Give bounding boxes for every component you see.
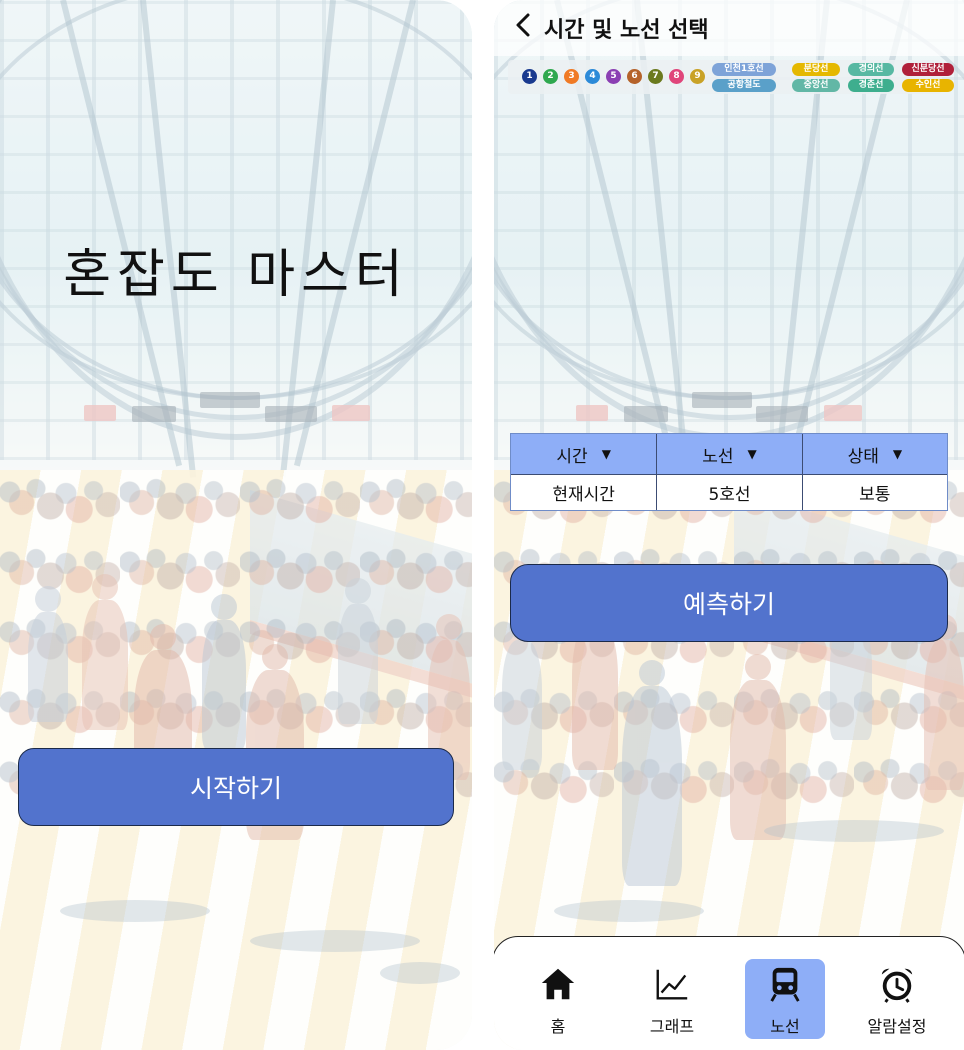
line-badge-bundang: 분당선 — [792, 63, 840, 76]
select-screen: 시간 및 노선 선택 1 2 3 4 5 6 7 8 9 인천1호선 분당선 경… — [494, 0, 964, 1050]
time-value[interactable]: 현재시간 — [511, 474, 657, 510]
nav-label-alarm: 알람설정 — [867, 1017, 927, 1036]
line-badge-5: 5 — [606, 69, 621, 84]
line-badge-incheon1: 인천1호선 — [712, 63, 776, 76]
train-icon — [770, 967, 800, 1002]
chart-icon — [656, 969, 688, 1000]
line-badge-8: 8 — [669, 69, 684, 84]
line-badge-4: 4 — [585, 69, 600, 84]
status-value[interactable]: 보통 — [801, 474, 947, 510]
line-color-legend: 1 2 3 4 5 6 7 8 9 인천1호선 분당선 경의선 신분당선 공항철… — [508, 60, 954, 94]
bottom-navigation: 홈 그래프 노선 알람설정 — [494, 936, 964, 1050]
line-badge-2: 2 — [543, 69, 558, 84]
nav-label-home: 홈 — [550, 1017, 566, 1036]
nav-item-line[interactable]: 노선 — [745, 959, 825, 1039]
line-dropdown-header[interactable]: 노선 ▼ — [656, 434, 802, 474]
line-badge-gyeongchun: 경춘선 — [848, 79, 894, 92]
line-value[interactable]: 5호선 — [656, 474, 802, 510]
line-badge-7: 7 — [648, 69, 663, 84]
home-icon — [541, 968, 575, 1000]
nav-item-alarm[interactable]: 알람설정 — [857, 959, 937, 1039]
nav-item-graph[interactable]: 그래프 — [632, 959, 712, 1039]
nav-label-graph: 그래프 — [649, 1017, 695, 1036]
dropdown-caret-icon: ▼ — [601, 447, 611, 461]
start-screen: 혼잡도 마스터 시작하기 — [0, 0, 472, 1050]
line-badge-suin: 수인선 — [902, 79, 954, 92]
app-title: 혼잡도 마스터 — [63, 245, 409, 305]
line-badge-1: 1 — [522, 69, 537, 84]
station-background-illustration — [494, 0, 964, 1050]
header-bar: 시간 및 노선 선택 — [494, 0, 964, 56]
line-badge-9: 9 — [690, 69, 705, 84]
time-dropdown-header[interactable]: 시간 ▼ — [511, 434, 657, 474]
dropdown-caret-icon: ▼ — [747, 447, 757, 461]
nav-item-home[interactable]: 홈 — [518, 959, 598, 1039]
predict-button[interactable]: 예측하기 — [510, 564, 948, 642]
status-dropdown-header[interactable]: 상태 ▼ — [801, 434, 947, 474]
line-badge-sinbundang: 신분당선 — [902, 63, 954, 76]
selection-table: 시간 ▼ 노선 ▼ 상태 ▼ 현재시간 5호선 보통 — [510, 433, 948, 511]
nav-label-line: 노선 — [770, 1017, 800, 1036]
page-title: 시간 및 노선 선택 — [544, 18, 709, 43]
station-background-illustration — [0, 0, 472, 1050]
line-badge-airport: 공항철도 — [712, 79, 776, 92]
alarm-clock-icon — [881, 968, 913, 1003]
back-arrow-icon[interactable] — [512, 12, 534, 38]
line-badge-3: 3 — [564, 69, 579, 84]
line-badge-jungang: 중앙선 — [792, 79, 840, 92]
line-badge-6: 6 — [627, 69, 642, 84]
start-button[interactable]: 시작하기 — [18, 748, 454, 826]
dropdown-caret-icon: ▼ — [892, 447, 903, 461]
line-badge-gyeongui: 경의선 — [848, 63, 894, 76]
